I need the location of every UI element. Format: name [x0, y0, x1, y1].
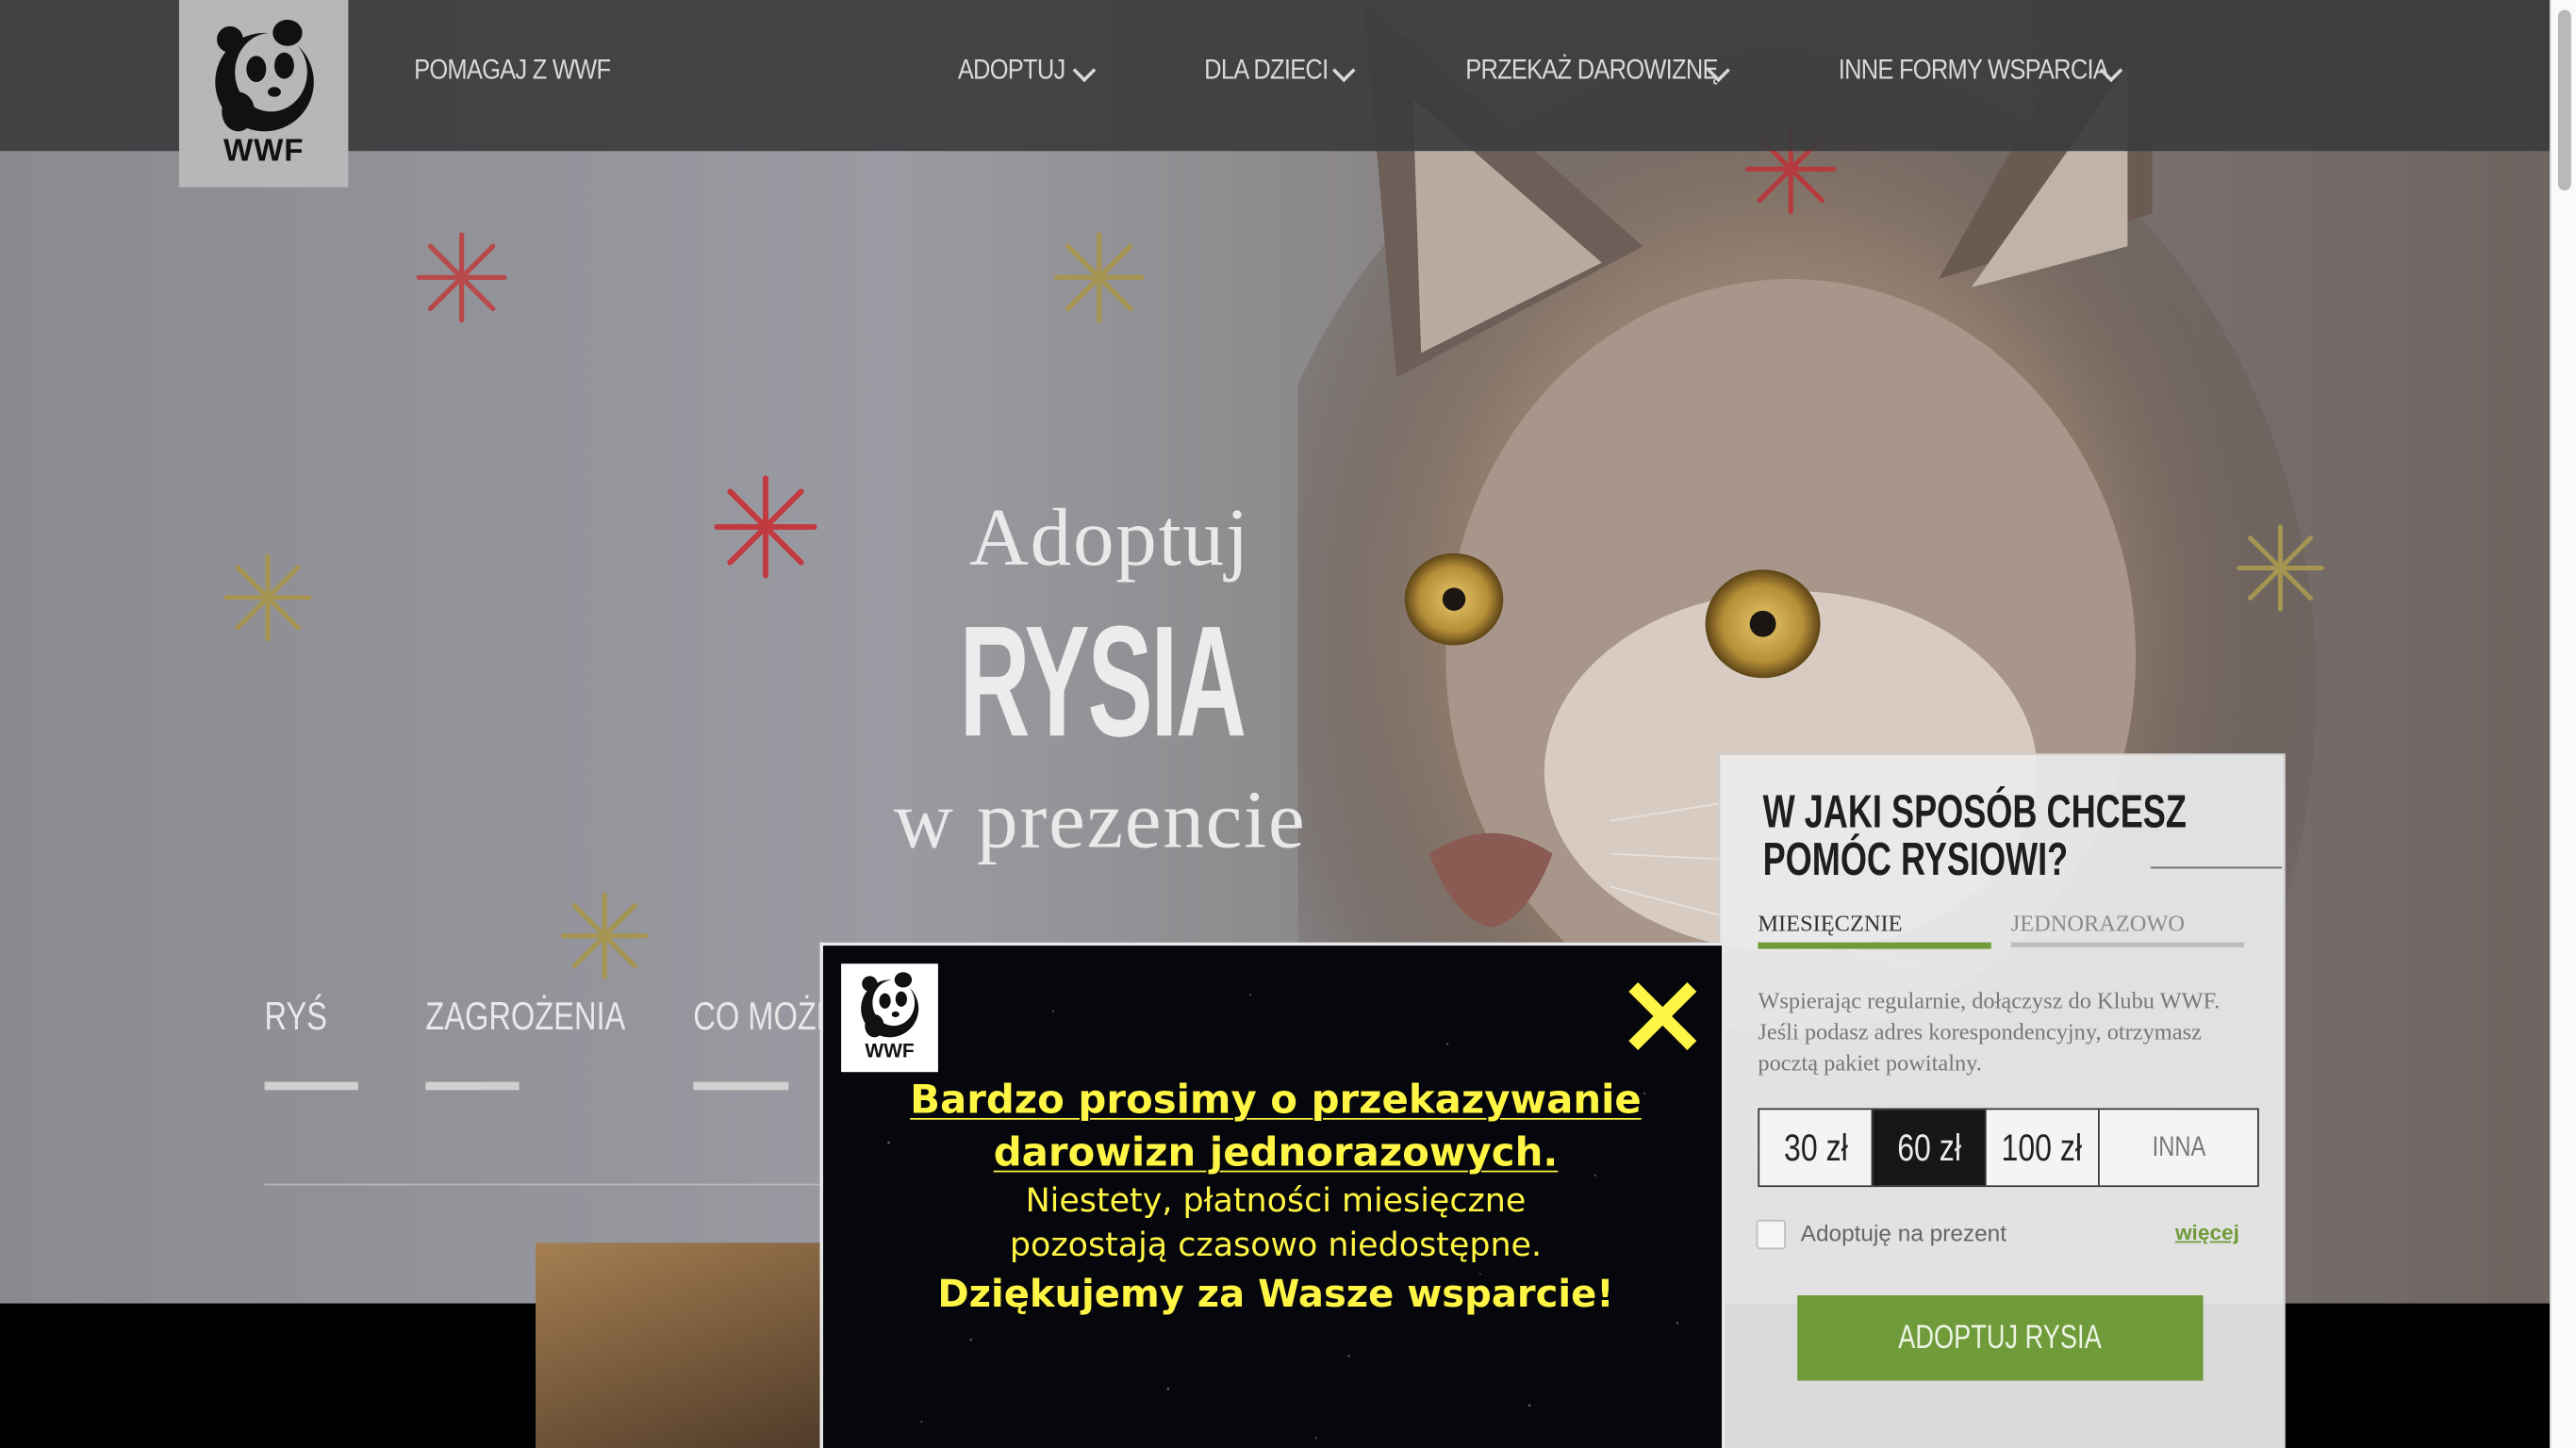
wwf-logo[interactable]: WWF: [178, 0, 349, 188]
page-scrollbar[interactable]: [2550, 0, 2576, 1448]
section-tab-underline: [693, 1081, 789, 1091]
nav-item-przekaz-darowizne[interactable]: PRZEKAŻ DAROWIZNĘ: [1465, 54, 1718, 87]
adopt-lynx-button[interactable]: ADOPTUJ RYSIA: [1797, 1295, 2204, 1381]
popup-message: Bardzo prosimy o przekazywanie darowizn …: [823, 1074, 1722, 1320]
nav-item-inne-formy-wsparcia[interactable]: INNE FORMY WSPARCIA: [1839, 54, 2109, 87]
amount-option-60[interactable]: 60 zł: [1873, 1110, 1987, 1186]
amount-option-30[interactable]: 30 zł: [1759, 1110, 1874, 1186]
wwf-logo-text: WWF: [223, 134, 305, 170]
asterisk-decoration-gold: [560, 892, 649, 979]
hero-title-line2: RYSIA: [959, 594, 1247, 770]
chevron-down-icon[interactable]: [1072, 58, 1097, 83]
wwf-logo-text: WWF: [865, 1039, 915, 1062]
asterisk-decoration-gold: [1053, 232, 1145, 323]
section-tab-underline: [264, 1081, 358, 1091]
popup-message-line3: Niestety, płatności miesięczne: [1025, 1180, 1527, 1220]
section-tab-underline: [425, 1081, 520, 1091]
scrollbar-thumb[interactable]: [2557, 9, 2571, 191]
asterisk-decoration-red: [416, 232, 507, 323]
title-divider: [2150, 866, 2283, 869]
top-navbar: POMAGAJ Z WWF ADOPTUJ DLA DZIECI PRZEKAŻ…: [0, 0, 2551, 152]
section-tab-rys[interactable]: RYŚ: [265, 995, 327, 1041]
section-tab-zagrozenia[interactable]: ZAGROŻENIA: [425, 995, 625, 1041]
tab-once[interactable]: JEDNORAZOWO: [2011, 913, 2185, 939]
nav-item-dla-dzieci[interactable]: DLA DZIECI: [1204, 54, 1329, 87]
tab-monthly-indicator: [1758, 942, 1991, 949]
chevron-down-icon[interactable]: [1331, 58, 1356, 83]
popup-message-line1: Bardzo prosimy o przekazywanie: [910, 1077, 1642, 1124]
panda-icon: [861, 972, 919, 1038]
amount-option-other[interactable]: INNA: [2100, 1110, 2257, 1185]
notice-popup: WWF Bardzo prosimy o przekazywanie darow…: [819, 942, 1726, 1448]
donation-description: Wspierając regularnie, dołączysz do Klub…: [1758, 990, 2221, 1078]
gift-checkbox[interactable]: [1756, 1219, 1786, 1250]
hero-title-line1: Adoptuj: [969, 490, 1250, 584]
amount-option-100[interactable]: 100 zł: [1987, 1110, 2100, 1186]
panda-icon: [215, 19, 314, 132]
asterisk-decoration-red: [714, 475, 817, 579]
nav-item-adoptuj[interactable]: ADOPTUJ: [958, 54, 1065, 87]
donation-panel-title: W JAKI SPOSÓB CHCESZ POMÓC RYSIOWI?: [1762, 786, 2187, 885]
donation-panel: W JAKI SPOSÓB CHCESZ POMÓC RYSIOWI? MIES…: [1718, 753, 2286, 1448]
tab-once-indicator: [2010, 942, 2245, 947]
lynx-thumbnail-image: [536, 1242, 832, 1448]
popup-message-line5: Dziękujemy za Wasze wsparcie!: [937, 1274, 1614, 1317]
nav-home-link[interactable]: POMAGAJ Z WWF: [414, 54, 611, 87]
more-info-link[interactable]: więcej: [2175, 1220, 2239, 1244]
close-icon[interactable]: [1628, 981, 1697, 1050]
wwf-logo: WWF: [841, 963, 938, 1073]
asterisk-decoration-gold: [223, 553, 312, 642]
popup-message-line2: darowizn jednorazowych.: [993, 1129, 1559, 1176]
asterisk-decoration-gold: [2237, 524, 2324, 612]
gift-checkbox-label[interactable]: Adoptuję na prezent: [1801, 1220, 2006, 1246]
page: Adoptuj RYSIA w prezencie RYŚ ZAGROŻENIA…: [0, 0, 2576, 1448]
hero-title-line3: w prezencie: [893, 773, 1307, 865]
tab-monthly[interactable]: MIESIĘCZNIE: [1758, 913, 1902, 939]
popup-message-line4: pozostają czasowo niedostępne.: [1009, 1225, 1543, 1264]
amount-selector: 30 zł 60 zł 100 zł INNA: [1758, 1108, 2259, 1188]
section-divider: [264, 1183, 823, 1186]
